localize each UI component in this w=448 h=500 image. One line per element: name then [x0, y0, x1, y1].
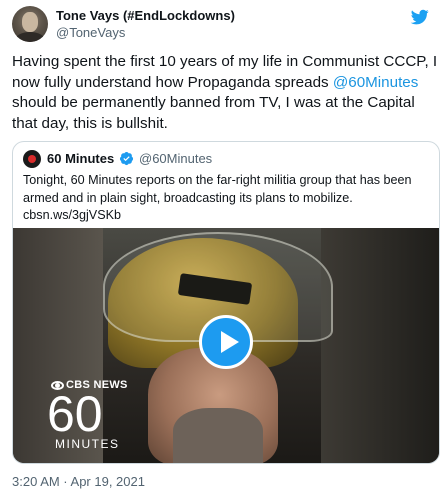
- quoted-author-name[interactable]: 60 Minutes: [47, 151, 114, 166]
- play-icon[interactable]: [199, 315, 253, 369]
- author-name[interactable]: Tone Vays (#EndLockdowns): [56, 8, 235, 23]
- verified-badge-icon: [119, 151, 134, 166]
- author-handle[interactable]: @ToneVays: [56, 25, 125, 40]
- tweet-text: Having spent the first 10 years of my li…: [12, 52, 440, 134]
- tweet-timestamp[interactable]: 3:20 AM · Apr 19, 2021: [12, 474, 145, 489]
- quoted-author-avatar[interactable]: [23, 150, 41, 168]
- quoted-text-body: Tonight, 60 Minutes reports on the far-r…: [23, 173, 412, 205]
- logo-word: MINUTES: [55, 437, 120, 451]
- twitter-bird-icon[interactable]: [410, 8, 430, 26]
- mention-link[interactable]: @60Minutes: [333, 74, 419, 91]
- quoted-tweet-card[interactable]: 60 Minutes @60Minutes Tonight, 60 Minute…: [12, 141, 440, 464]
- quoted-author-handle[interactable]: @60Minutes: [139, 151, 212, 166]
- tweet-header: Tone Vays (#EndLockdowns) @ToneVays: [12, 4, 436, 44]
- quoted-link[interactable]: cbsn.ws/3gjVSKb: [23, 208, 121, 222]
- logo-number: 60: [47, 386, 103, 442]
- beard-image: [173, 408, 263, 463]
- author-avatar[interactable]: [12, 6, 48, 42]
- tweet-text-after: should be permanently banned from TV, I …: [12, 94, 415, 132]
- video-thumbnail[interactable]: CBS NEWS 60 MINUTES: [13, 228, 439, 463]
- quoted-tweet-text: Tonight, 60 Minutes reports on the far-r…: [23, 172, 433, 225]
- 60-minutes-logo: CBS NEWS 60 MINUTES: [47, 379, 141, 459]
